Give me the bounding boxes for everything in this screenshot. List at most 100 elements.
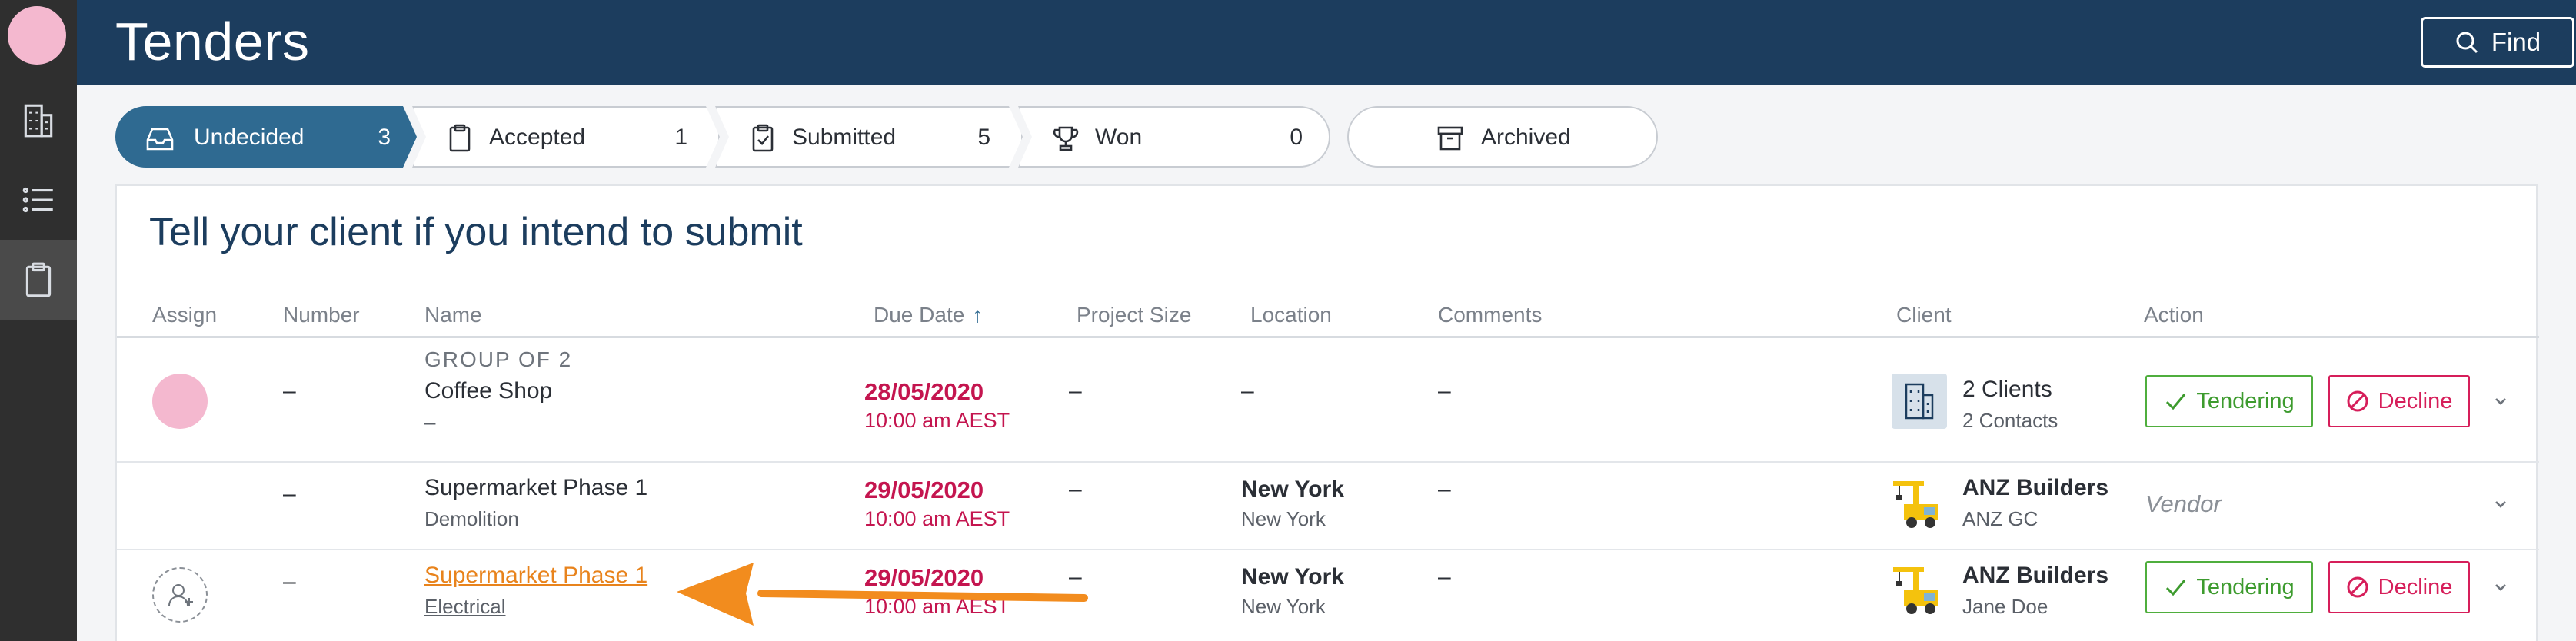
row-number: – (283, 569, 296, 594)
inbox-icon (145, 123, 175, 154)
column-due-date-label: Due Date (874, 303, 965, 327)
tenders-panel: Tell your client if you intend to submit… (115, 184, 2539, 641)
tab-archived[interactable]: Archived (1347, 106, 1658, 168)
clipboard-check-icon (747, 123, 778, 154)
assign-user-button[interactable] (152, 567, 208, 623)
decline-button[interactable]: Decline (2328, 561, 2470, 613)
column-action: Action (2144, 303, 2204, 327)
clipboard-icon (25, 262, 52, 297)
tendering-button[interactable]: Tendering (2145, 561, 2313, 613)
row-name[interactable]: Coffee Shop (424, 378, 552, 404)
row-location-sub: New York (1241, 595, 1326, 618)
row-number: – (283, 481, 296, 506)
column-name[interactable]: Name (424, 303, 482, 327)
user-avatar[interactable] (8, 6, 66, 65)
column-due-date[interactable]: Due Date ↑ (874, 303, 983, 327)
row-name-sub: – (424, 410, 436, 433)
chevron-down-icon[interactable] (2490, 493, 2511, 515)
column-comments: Comments (1438, 303, 1543, 327)
decline-icon (2347, 576, 2368, 598)
tab-label: Archived (1481, 125, 1571, 150)
column-client[interactable]: Client (1896, 303, 1952, 327)
archive-icon (1435, 123, 1466, 154)
trophy-icon (1050, 123, 1081, 154)
nav-list[interactable] (0, 160, 77, 240)
add-user-icon (168, 584, 193, 606)
search-icon (2456, 32, 2478, 54)
column-location[interactable]: Location (1250, 303, 1332, 327)
row-client-sub: ANZ GC (1962, 507, 2039, 530)
tab-undecided[interactable]: Undecided 3 (115, 106, 417, 168)
tab-won[interactable]: Won 0 (1018, 106, 1330, 168)
tab-label: Undecided (194, 125, 305, 150)
row-location-sub: New York (1241, 507, 1326, 530)
decline-icon (2347, 390, 2368, 412)
row-client[interactable]: ANZ Builders (1962, 475, 2108, 501)
decline-button[interactable]: Decline (2328, 375, 2470, 427)
column-assign: Assign (152, 303, 218, 327)
row-location: New York (1241, 564, 1344, 590)
table-row[interactable]: – Supermarket Phase 1 Electrical 29/05/2… (117, 550, 2539, 641)
row-name-sub: Demolition (424, 507, 519, 530)
row-client[interactable]: 2 Clients (1962, 377, 2052, 403)
chevron-down-icon[interactable] (2490, 576, 2511, 598)
row-project-size: – (1069, 564, 1082, 590)
table-header: Assign Number Name Due Date ↑ Project Siz… (117, 303, 2539, 338)
tendering-button-label: Tendering (2196, 574, 2295, 599)
row-project-size: – (1069, 477, 1082, 502)
tab-label: Won (1095, 125, 1143, 150)
row-client-sub: 2 Contacts (1962, 409, 2058, 432)
nav-tenders[interactable] (0, 240, 77, 320)
group-label: GROUP OF 2 (424, 347, 573, 371)
row-name-link[interactable]: Supermarket Phase 1 (424, 563, 647, 589)
row-name[interactable]: Supermarket Phase 1 (424, 475, 647, 501)
row-due-time: 10:00 am AEST (864, 595, 1010, 618)
row-client[interactable]: ANZ Builders (1962, 563, 2108, 589)
check-icon (2166, 394, 2186, 410)
table-row[interactable]: GROUP OF 2 – Coffee Shop – 28/05/2020 10… (117, 338, 2539, 463)
row-name-sub[interactable]: Electrical (424, 595, 505, 619)
building-icon (24, 104, 53, 138)
row-due-date: 29/05/2020 (864, 477, 984, 503)
row-comments: – (1438, 564, 1451, 590)
tendering-button[interactable]: Tendering (2145, 375, 2313, 427)
tab-count: 3 (378, 125, 391, 150)
sort-up-icon: ↑ (972, 303, 983, 327)
row-number: – (283, 378, 296, 404)
tab-count: 1 (674, 125, 687, 150)
tab-count: 0 (1290, 125, 1303, 150)
nav-projects[interactable] (0, 80, 77, 160)
row-due-date: 28/05/2020 (864, 378, 984, 405)
assignee-avatar[interactable] (152, 374, 208, 429)
row-due-time: 10:00 am AEST (864, 409, 1010, 432)
row-due-time: 10:00 am AEST (864, 507, 1010, 530)
find-button[interactable]: Find (2421, 17, 2574, 68)
chevron-down-icon[interactable] (2490, 390, 2511, 412)
column-project-size[interactable]: Project Size (1077, 303, 1191, 327)
panel-title: Tell your client if you intend to submit (149, 210, 803, 254)
row-location: New York (1241, 477, 1344, 502)
tab-submitted[interactable]: Submitted 5 (715, 106, 1023, 168)
top-header: Tenders Find (77, 0, 2576, 85)
row-due-date: 29/05/2020 (864, 564, 984, 591)
clipboard-icon (444, 123, 475, 154)
left-nav (0, 0, 77, 641)
row-project-size: – (1069, 378, 1082, 404)
vendor-label: Vendor (2145, 490, 2222, 517)
decline-button-label: Decline (2378, 574, 2453, 599)
crane-truck-icon (1890, 563, 1945, 618)
list-icon (22, 187, 53, 213)
row-client-sub: Jane Doe (1962, 595, 2048, 618)
tab-accepted[interactable]: Accepted 1 (412, 106, 720, 168)
crane-truck-icon (1890, 477, 1945, 532)
column-number: Number (283, 303, 360, 327)
find-button-label: Find (2491, 28, 2541, 56)
tab-label: Submitted (792, 125, 897, 150)
row-comments: – (1438, 378, 1451, 404)
check-icon (2166, 580, 2186, 596)
row-comments: – (1438, 477, 1451, 502)
table-row[interactable]: – Supermarket Phase 1 Demolition 29/05/2… (117, 463, 2539, 550)
tab-count: 5 (977, 125, 990, 150)
building-icon (1892, 374, 1947, 429)
tab-label: Accepted (489, 125, 586, 150)
